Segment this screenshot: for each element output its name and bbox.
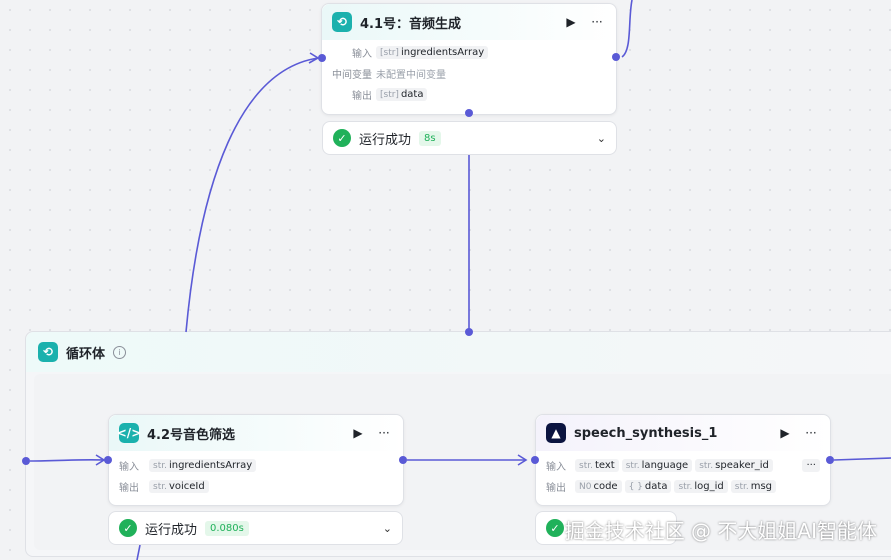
output-port[interactable] [399,456,407,464]
variable-name: speaker_id [715,460,769,471]
speech-plugin-icon: ▲ [546,423,566,443]
type-label: N0 [579,481,592,492]
node-header: ▲ speech_synthesis_1 ▶ ··· [536,415,830,451]
status-text: 运行成功 [359,132,412,148]
check-icon: ✓ [546,519,564,537]
watermark: 掘金技术社区 @ 不大姐姐AI智能体 [564,519,877,543]
chevron-down-icon[interactable]: ⌄ [597,132,606,145]
play-icon[interactable]: ▶ [562,15,580,29]
loop-top-port[interactable] [465,328,473,336]
more-icon[interactable]: ··· [375,426,393,440]
time-badge: 8s [419,130,441,146]
variable-tag: str. log_id [674,480,728,493]
type-label: str. [734,481,749,492]
node-voice-filter[interactable]: </> 4.2号音色筛选 ▶ ··· 输入 str. ingredientsAr… [108,414,404,506]
variable-tag: N0 code [575,480,622,493]
variable-tag: str. language [621,459,693,472]
type-label: str. [579,460,593,471]
check-icon: ✓ [333,129,351,147]
loop-start-port[interactable] [22,457,30,465]
variable-tag: str. voiceId [149,480,209,493]
more-icon[interactable]: ··· [802,426,820,440]
loop-header: ⟲ 循环体 i [26,332,891,372]
node-title: 4.1号：音频生成 [360,16,462,32]
type-label: [str] [380,47,399,58]
play-icon[interactable]: ▶ [349,426,367,440]
code-icon: </> [117,423,141,443]
variable-tag: { } data [624,480,672,493]
node-speech-synthesis[interactable]: ▲ speech_synthesis_1 ▶ ··· 输入 str. text s… [535,414,831,506]
type-label: str. [153,481,167,492]
input-port[interactable] [531,456,539,464]
mid-value: 未配置中间变量 [376,70,446,81]
variable-name: code [593,481,618,492]
bottom-port[interactable] [465,109,473,117]
variable-name: log_id [694,481,724,492]
input-row: 输入 [str] ingredientsArray [322,42,616,63]
mid-label: 中间变量 [332,70,372,81]
output-row: 输出 N0 code { } data str. log_id str. msg [536,476,830,497]
type-label: str. [678,481,693,492]
more-icon[interactable]: ··· [588,15,606,29]
output-port[interactable] [612,53,620,61]
chevron-down-icon[interactable]: ⌄ [383,522,392,535]
variable-tag: str. speaker_id [695,459,773,472]
input-port[interactable] [104,456,112,464]
type-label: str. [153,460,167,471]
variable-name: msg [750,481,773,492]
input-label: 输入 [546,462,566,473]
type-label: str. [625,460,640,471]
status-bar[interactable]: ✓ 运行成功 0.080s ⌄ [108,511,403,545]
more-inputs-button[interactable]: ··· [802,459,820,472]
variable-name: language [641,460,689,471]
input-label: 输入 [119,462,139,473]
variable-name: text [594,460,615,471]
input-port[interactable] [318,54,326,62]
node-title: 4.2号音色筛选 [147,427,236,443]
variable-name: data [400,89,424,100]
status-bar[interactable]: ✓ 运行成功 8s ⌄ [322,121,617,155]
loop-title: 循环体 [66,346,106,362]
type-label: [str] [380,89,399,100]
output-label: 输出 [352,91,372,102]
type-label: str. [699,460,714,471]
input-label: 输入 [352,49,372,60]
output-row: 输出 str. voiceId [109,476,403,497]
loop-icon: ⟲ [332,12,352,32]
variable-tag: [str] data [376,88,428,101]
node-header: </> 4.2号音色筛选 ▶ ··· [109,415,403,451]
variable-name: ingredientsArray [400,47,485,58]
play-icon[interactable]: ▶ [776,426,794,440]
input-row: 输入 str. text str. language str. speaker_id … [536,455,830,476]
loop-icon: ⟲ [38,342,58,362]
node-title: speech_synthesis_1 [574,425,718,441]
status-text: 运行成功 [145,522,198,538]
type-label: { } [628,481,643,492]
node-header: ⟲ 4.1号：音频生成 ▶ ··· [322,4,616,40]
variable-name: data [644,481,668,492]
output-label: 输出 [546,483,566,494]
variable-tag: str. text [575,459,619,472]
variable-tag: [str] ingredientsArray [376,46,489,59]
variable-tag: str. msg [730,480,777,493]
output-port[interactable] [826,456,834,464]
variable-name: voiceId [168,481,205,492]
mid-row: 中间变量 未配置中间变量 [322,63,616,84]
time-badge: 0.080s [205,520,249,536]
check-icon: ✓ [119,519,137,537]
node-audio-generation[interactable]: ⟲ 4.1号：音频生成 ▶ ··· 输入 [str] ingredientsAr… [321,3,617,115]
variable-tag: str. ingredientsArray [149,459,257,472]
input-row: 输入 str. ingredientsArray [109,455,403,476]
variable-name: ingredientsArray [168,460,253,471]
output-label: 输出 [119,483,139,494]
output-row: 输出 [str] data [322,84,616,105]
info-icon[interactable]: i [113,345,127,359]
